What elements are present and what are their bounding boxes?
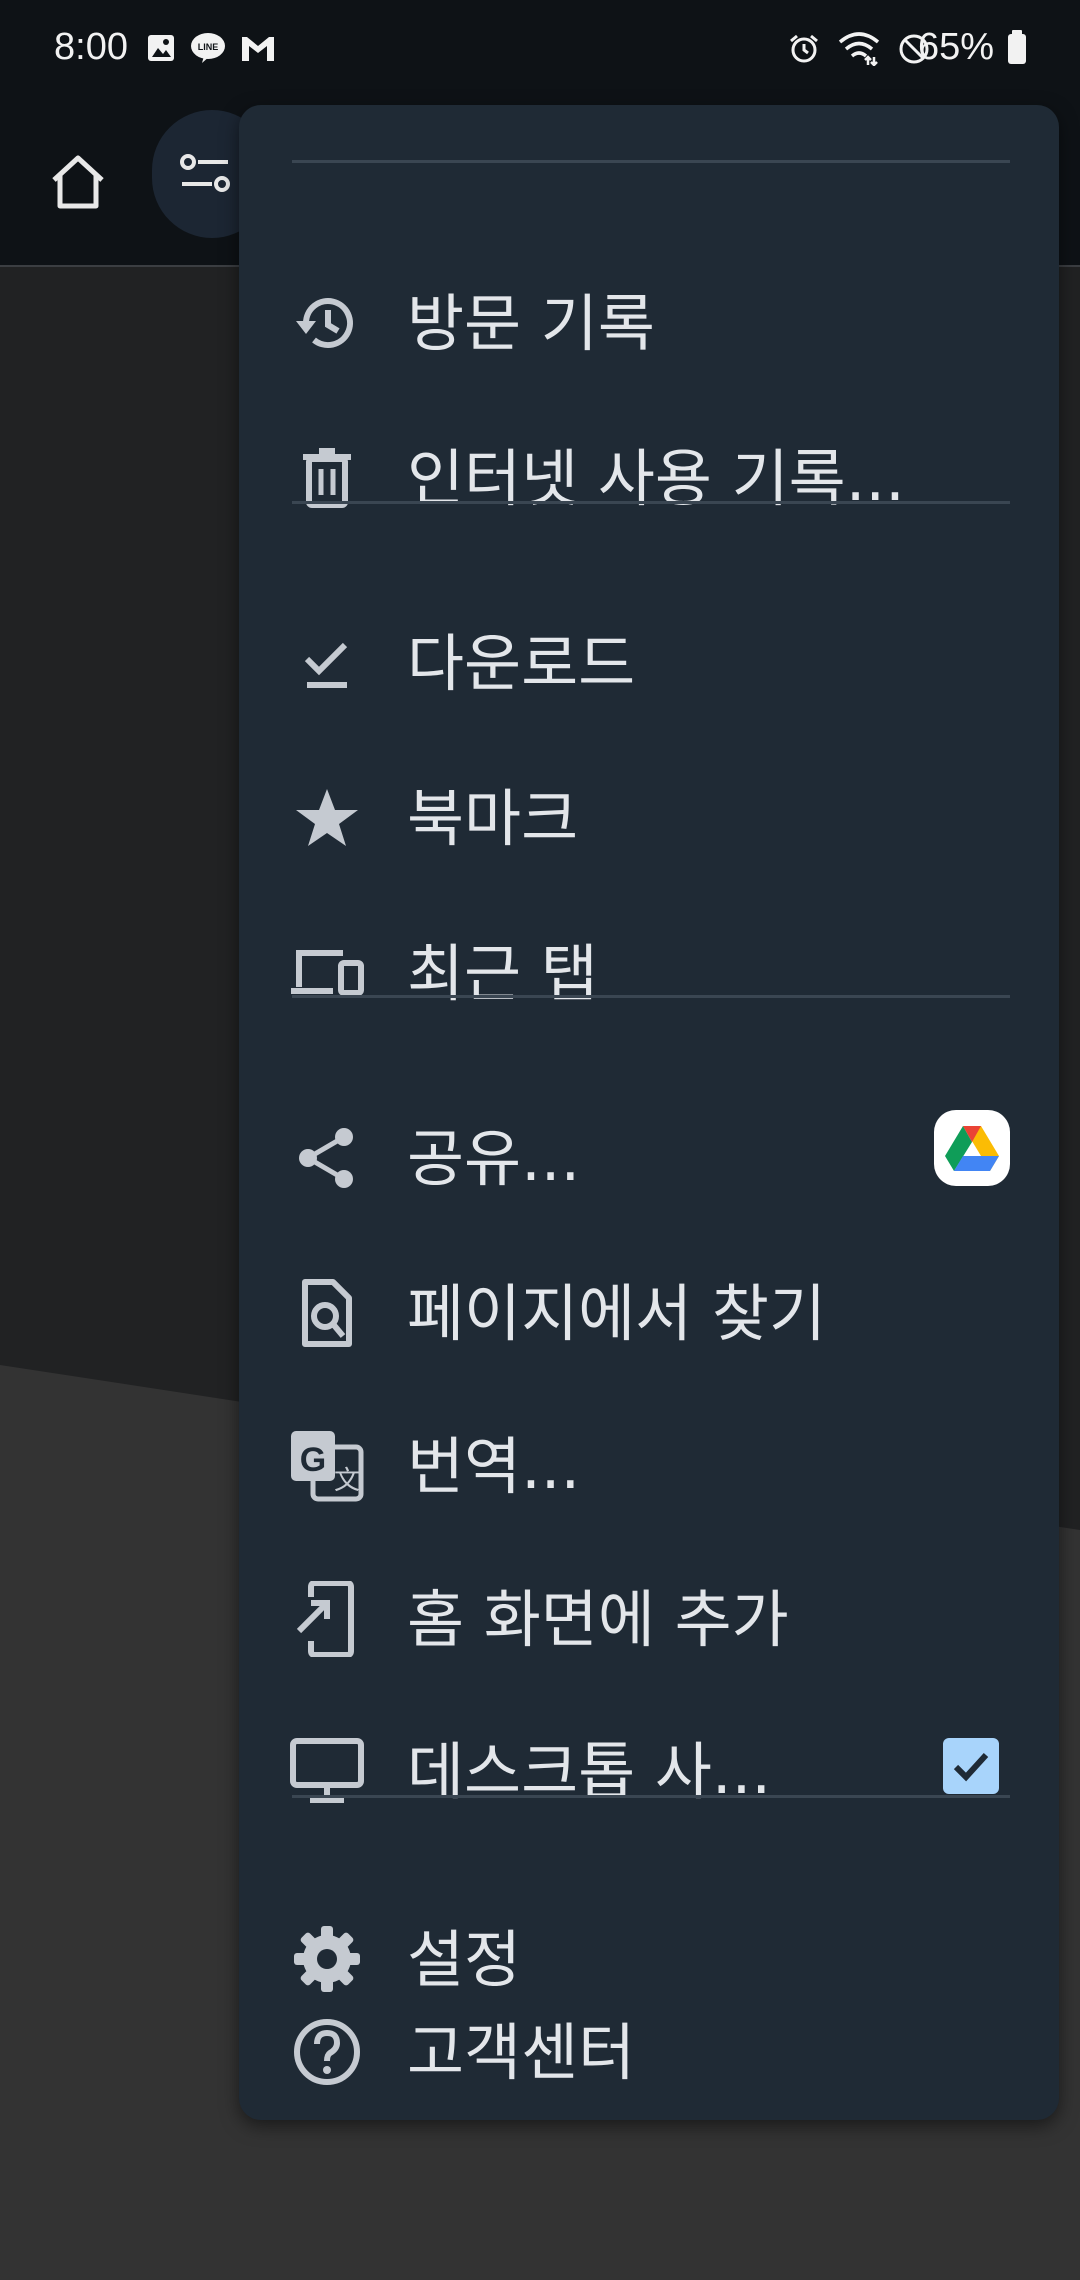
google-drive-share-button[interactable] <box>934 1110 1010 1186</box>
history-icon <box>289 285 365 361</box>
image-icon <box>146 33 176 67</box>
menu-item-downloads[interactable]: 다운로드 <box>239 595 1059 721</box>
menu-item-add-to-home-screen[interactable]: 홈 화면에 추가 <box>239 1551 1059 1677</box>
home-button[interactable] <box>40 144 116 220</box>
download-done-icon <box>289 625 365 701</box>
menu-item-share[interactable]: 공유... <box>239 1090 1059 1216</box>
status-time: 8:00 <box>54 26 128 68</box>
menu-item-find-in-page[interactable]: 페이지에서 찾기 <box>239 1245 1059 1371</box>
menu-item-desktop-site[interactable]: 데스크톱 사... <box>239 1703 1059 1829</box>
menu-divider <box>292 501 1010 504</box>
home-icon <box>52 155 104 209</box>
menu-item-clear-browsing-data[interactable]: 인터넷 사용 기록... <box>239 410 1059 536</box>
menu-item-recent-tabs[interactable]: 최근 탭 <box>239 905 1059 1031</box>
status-notification-icons: LINE <box>146 32 276 68</box>
checkmark-icon <box>953 1752 989 1782</box>
add-to-home-icon <box>289 1581 365 1657</box>
svg-text:G: G <box>300 1441 326 1479</box>
svg-text:LINE: LINE <box>198 42 219 52</box>
menu-label-share: 공유... <box>407 1122 581 1195</box>
menu-label-downloads: 다운로드 <box>407 627 636 700</box>
translate-icon: G 文 <box>289 1428 365 1504</box>
menu-label-translate: 번역... <box>407 1430 581 1503</box>
help-icon <box>289 2014 365 2090</box>
menu-divider <box>292 160 1010 163</box>
trash-icon <box>289 440 365 516</box>
menu-label-bookmarks: 북마크 <box>407 782 579 855</box>
menu-label-add-to-home-screen: 홈 화면에 추가 <box>407 1583 789 1656</box>
status-bar: 8:00 LINE 65% <box>0 0 1080 100</box>
share-icon <box>289 1120 365 1196</box>
menu-label-help: 고객센터 <box>407 2016 636 2089</box>
svg-text:文: 文 <box>334 1466 360 1496</box>
gmail-icon <box>240 33 276 67</box>
menu-item-bookmarks[interactable]: 북마크 <box>239 750 1059 876</box>
find-in-page-icon <box>289 1275 365 1351</box>
menu-item-translate[interactable]: G 文 번역... <box>239 1398 1059 1524</box>
google-drive-icon <box>945 1126 999 1171</box>
menu-item-help-feedback[interactable]: 고객센터 <box>239 1984 1059 2110</box>
desktop-site-checkbox[interactable] <box>943 1738 999 1794</box>
tune-icon <box>180 154 230 192</box>
line-icon: LINE <box>190 32 226 68</box>
menu-divider <box>292 995 1010 998</box>
menu-label-history: 방문 기록 <box>407 287 655 360</box>
menu-label-recent-tabs: 최근 탭 <box>407 937 598 1010</box>
star-icon <box>289 780 365 856</box>
alarm-icon <box>788 33 820 69</box>
menu-item-history[interactable]: 방문 기록 <box>239 255 1059 381</box>
menu-label-find-in-page: 페이지에서 찾기 <box>407 1277 826 1350</box>
devices-icon <box>289 935 365 1011</box>
overflow-menu: 방문 기록 인터넷 사용 기록... 다운로드 북마크 최근 탭 공유... 페… <box>239 105 1059 2120</box>
wifi-icon <box>838 32 880 70</box>
battery-percentage: 65% <box>917 26 994 68</box>
battery-icon <box>1008 34 1026 64</box>
menu-divider <box>292 1795 1010 1798</box>
status-system-icons <box>788 32 930 70</box>
